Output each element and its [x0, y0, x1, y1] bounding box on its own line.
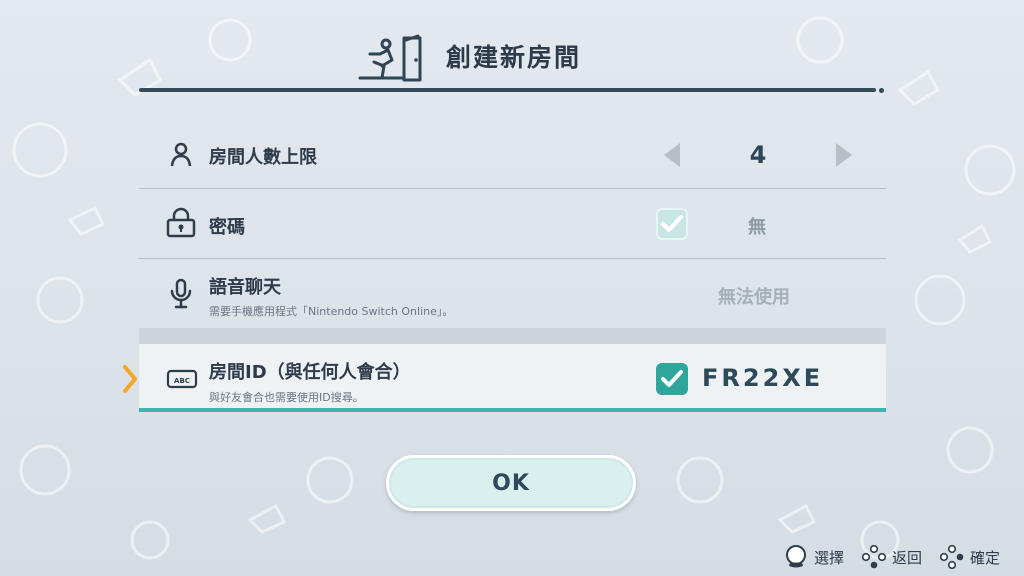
abc-keyboard-icon: ABC: [166, 369, 198, 389]
page-title: 創建新房間: [446, 43, 582, 72]
room-id-value: FR22XE: [702, 364, 824, 392]
voice-chat-value: 無法使用: [718, 287, 790, 308]
person-icon: [170, 142, 192, 167]
checkmark-icon: [661, 215, 683, 232]
password-label: 密碼: [209, 217, 245, 238]
header-divider: [139, 88, 876, 92]
checkmark-icon: [661, 370, 683, 387]
stick-icon: [786, 545, 806, 568]
microphone-icon: [170, 278, 192, 309]
selection-highlight: [139, 408, 886, 412]
room-id-note: 與好友會合也需要使用ID搜尋。: [209, 391, 364, 404]
max-players-label: 房間人數上限: [209, 147, 317, 168]
max-players-value: 4: [749, 141, 767, 169]
password-value: 無: [748, 217, 766, 238]
password-row[interactable]: [139, 189, 886, 258]
voice-chat-note: 需要手機應用程式「Nintendo Switch Online」。: [209, 305, 454, 318]
select-hint-label: 選擇: [814, 548, 845, 567]
svg-text:ABC: ABC: [174, 377, 190, 385]
password-checkbox[interactable]: [656, 208, 688, 240]
confirm-hint: 確定: [940, 545, 1000, 569]
exit-door-icon: [358, 34, 422, 82]
confirm-hint-label: 確定: [970, 548, 1001, 567]
a-button-icon: [940, 545, 964, 569]
select-hint: 選擇: [784, 545, 844, 569]
back-hint-label: 返回: [892, 548, 923, 567]
back-hint: 返回: [862, 545, 922, 569]
room-id-label: 房間ID（與任何人會合）: [209, 362, 411, 383]
header-divider-dot: [879, 88, 884, 93]
increase-arrow-button[interactable]: [836, 143, 852, 167]
decrease-arrow-button[interactable]: [664, 143, 680, 167]
room-id-checkbox[interactable]: [656, 363, 688, 395]
ok-button[interactable]: OK: [386, 455, 636, 511]
voice-chat-label: 語音聊天: [209, 277, 281, 298]
selection-cursor-icon: [123, 365, 137, 393]
b-button-icon: [862, 545, 886, 569]
lock-icon: [166, 207, 196, 238]
section-divider: [139, 328, 886, 344]
